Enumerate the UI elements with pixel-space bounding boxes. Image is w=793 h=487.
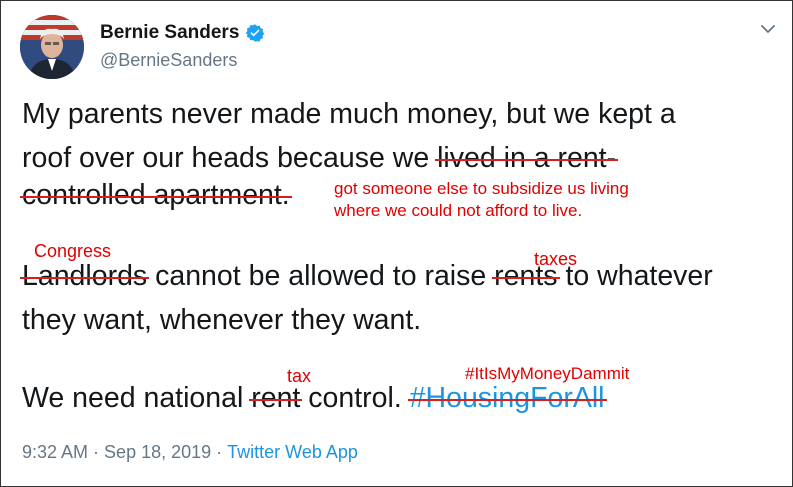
tweet-card: Bernie Sanders @BernieSanders My parents… [0,0,793,487]
tweet-text-line-1: My parents never made much money, but we… [22,98,676,130]
tweet-source-link[interactable]: Twitter Web App [227,442,358,462]
tweet-metadata: 9:32 AM · Sep 18, 2019 · Twitter Web App [22,442,358,463]
annotation-tax: tax [287,366,312,386]
avatar[interactable] [20,15,84,79]
verified-badge-icon [246,24,265,42]
tweet-text-line-5: they want, whenever they want. [22,304,422,336]
tweet-text-segment: to whatever [557,260,713,292]
tweet-date[interactable]: Sep 18, 2019 [104,442,211,462]
tweet-text-line-2: roof over our heads because we lived in … [22,141,616,175]
annotation-money-hashtag: #ItIsMyMoneyDammit [465,364,630,383]
struck-text-segment: lived in a rent- [437,142,617,174]
tweet-time[interactable]: 9:32 AM [22,442,88,462]
annotation-congress: Congress [34,241,112,261]
annotation-text: where we could not afford to live. [334,201,583,220]
annotation-subsidize: got someone else to subsidize us living … [334,178,629,222]
author-display-name[interactable]: Bernie Sanders [100,22,239,44]
tweet-text-segment: control. [300,382,410,414]
author-handle[interactable]: @BernieSanders [100,50,237,71]
tweet-text-line-4: Landlords cannot be allowed to raise ren… [22,259,713,293]
tweet-text-segment: cannot be allowed to raise [147,260,495,292]
tweet-text-line-6: We need national rent control. #HousingF… [22,381,605,415]
annotation-taxes: taxes [534,249,578,269]
author-name-row[interactable]: Bernie Sanders [100,22,265,44]
chevron-down-icon[interactable] [758,19,778,39]
hashtag-link[interactable]: #HousingForAll [410,382,605,414]
annotation-text: got someone else to subsidize us living [334,179,629,198]
struck-text-segment: controlled apartment. [22,179,290,211]
struck-text-segment: Landlords [22,260,148,292]
separator-dot: · [216,442,223,462]
tweet-text-line-3: controlled apartment. [22,178,290,212]
tweet-text-segment: roof over our heads because we [22,142,438,174]
separator-dot: · [93,442,100,462]
tweet-text-segment: We need national [22,382,252,414]
